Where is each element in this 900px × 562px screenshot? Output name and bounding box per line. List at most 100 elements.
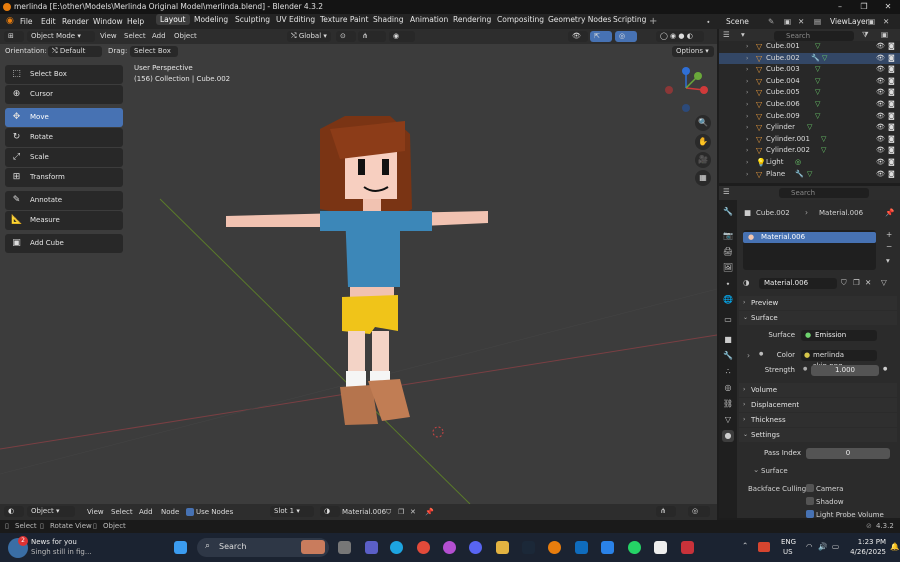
tab-texture-paint[interactable]: Texture Paint — [316, 14, 372, 25]
outlook-icon[interactable] — [575, 541, 588, 554]
subpanel-collapse-icon[interactable]: ⌄ — [753, 465, 759, 474]
material-tab-icon[interactable]: ● — [722, 430, 734, 442]
menu-view[interactable]: View — [100, 29, 117, 44]
blender-menu-icon[interactable]: ◉ — [6, 14, 14, 29]
language-secondary[interactable]: US — [783, 548, 793, 556]
panel-surface[interactable]: ⌄ Surface — [739, 311, 897, 325]
collection-tab-icon[interactable]: ▭ — [722, 314, 734, 326]
delete-scene-icon[interactable]: ✕ — [798, 14, 804, 29]
outliner-item[interactable]: › 💡 Light ◎ 👁 ◙ — [719, 157, 900, 169]
panel-settings[interactable]: ⌄ Settings — [739, 428, 897, 442]
security-app-icon[interactable] — [681, 541, 694, 554]
tab-compositing[interactable]: Compositing — [493, 14, 548, 25]
tab-modeling[interactable]: Modeling — [190, 14, 232, 25]
tab-shading[interactable]: Shading — [369, 14, 407, 25]
minimize-icon[interactable]: – — [828, 0, 852, 14]
editor-type-icon[interactable]: ⊞ — [4, 31, 24, 42]
tray-app-icon[interactable] — [758, 542, 770, 552]
node-unlink-icon[interactable]: ✕ — [410, 504, 416, 520]
panel-displacement[interactable]: › Displacement — [739, 398, 897, 412]
material-browse-icon[interactable]: ◑ — [743, 278, 750, 287]
scene-name[interactable]: Scene — [726, 14, 749, 29]
chrome-icon[interactable] — [417, 541, 430, 554]
panel-thickness[interactable]: › Thickness — [739, 413, 897, 427]
orientation-dropdown[interactable]: ⤭ Default — [48, 46, 102, 57]
language-primary[interactable]: ENG — [781, 538, 796, 546]
ortho-grid-icon[interactable]: ▦ — [695, 170, 711, 186]
overlay-toggle-icon[interactable]: ◎ — [615, 31, 637, 42]
gizmo-toggle-icon[interactable]: ⇱ — [590, 31, 612, 42]
strength-field[interactable]: 1.000 — [811, 365, 879, 376]
view-layer-tab-icon[interactable]: 🖼 — [722, 262, 734, 274]
tool-tab-icon[interactable]: 🔧 — [722, 206, 734, 218]
tray-chevron-icon[interactable]: ⌃ — [742, 541, 748, 550]
outliner-item[interactable]: › ▽ Cube.004 ▽ 👁 ◙ — [719, 76, 900, 88]
material-slot-list[interactable]: ● Material.006 — [743, 230, 876, 270]
tool-measure[interactable]: 📐 Measure — [5, 211, 123, 230]
slot-dropdown[interactable]: Slot 1 ▾ — [270, 506, 314, 517]
close-icon[interactable]: ✕ — [876, 0, 900, 14]
world-tab-icon[interactable]: 🌐 — [722, 294, 734, 306]
output-tab-icon[interactable]: 🖨 — [722, 246, 734, 258]
tab-layout[interactable]: Layout — [156, 14, 190, 25]
battery-icon[interactable]: ▭ — [832, 542, 839, 551]
node-material-browse-icon[interactable]: ◑ — [320, 506, 340, 517]
visibility-icon[interactable]: 👁 — [568, 31, 588, 42]
file-explorer-icon[interactable] — [496, 541, 509, 554]
outliner-item[interactable]: › ▽ Cylinder.001 ▽ 👁 ◙ — [719, 134, 900, 146]
steam-icon[interactable] — [522, 541, 535, 554]
node-snap-icon[interactable]: ⋔ — [656, 506, 676, 517]
pan-hand-icon[interactable]: ✋ — [695, 134, 711, 150]
news-title[interactable]: News for you — [31, 538, 77, 546]
node-overlay-icon[interactable]: ◎ — [688, 506, 710, 517]
render-tab-icon[interactable]: 📷 — [722, 230, 734, 242]
tool-select-box[interactable]: ⬚ Select Box — [5, 65, 123, 84]
menu-select[interactable]: Select — [124, 29, 146, 44]
particles-tab-icon[interactable]: ∴ — [722, 366, 734, 378]
duplicate-material-icon[interactable]: ❐ — [853, 278, 860, 287]
store-icon[interactable] — [601, 541, 614, 554]
task-view-icon[interactable] — [338, 541, 351, 554]
tool-add-cube[interactable]: ▣ Add Cube — [5, 234, 123, 253]
menu-help[interactable]: Help — [127, 14, 144, 29]
camera-checkbox[interactable] — [806, 484, 814, 492]
clock-time[interactable]: 1:23 PM — [848, 538, 886, 546]
volume-icon[interactable]: 🔊 — [818, 542, 827, 551]
windows-start-icon[interactable] — [174, 541, 187, 554]
mode-dropdown[interactable]: Object Mode ▾ — [27, 31, 95, 42]
outliner-item[interactable]: › ▽ Cylinder ▽ 👁 ◙ — [719, 122, 900, 134]
tool-scale[interactable]: ⤢ Scale — [5, 148, 123, 167]
object-tab-icon[interactable]: ■ — [722, 334, 734, 346]
teams-icon[interactable] — [365, 541, 378, 554]
notification-bell-icon[interactable]: 🔔 — [890, 542, 899, 551]
camera-view-icon[interactable]: 🎥 — [695, 152, 711, 168]
capcut-icon[interactable] — [654, 541, 667, 554]
news-subtitle[interactable]: Singh still in fig... — [31, 548, 92, 556]
tab-geometry-nodes[interactable]: Geometry Nodes — [544, 14, 615, 25]
display-mode-icon[interactable]: ▾ — [741, 30, 745, 39]
tab-uv-editing[interactable]: UV Editing — [272, 14, 319, 25]
node-menu-node[interactable]: Node — [161, 504, 179, 520]
wifi-icon[interactable]: ◠ — [806, 542, 813, 551]
panel-preview[interactable]: › Preview — [739, 296, 897, 310]
node-menu-select[interactable]: Select — [111, 504, 133, 520]
physics-tab-icon[interactable]: ◎ — [722, 382, 734, 394]
whatsapp-icon[interactable] — [628, 541, 641, 554]
properties-editor-icon[interactable]: ☰ — [723, 187, 730, 196]
edge-icon[interactable] — [390, 541, 403, 554]
news-widget-icon[interactable]: 2 — [8, 536, 28, 558]
data-tab-icon[interactable]: ▽ — [722, 414, 734, 426]
node-duplicate-icon[interactable]: ❐ — [398, 504, 404, 520]
unlink-material-icon[interactable]: ✕ — [865, 278, 871, 287]
menu-object[interactable]: Object — [174, 29, 197, 44]
zoom-icon[interactable]: 🔍 — [695, 115, 711, 131]
outliner-item-selected[interactable]: › ▽ Cube.002 🔧 ▽ 👁 ◙ — [719, 52, 900, 65]
color-texture-field[interactable]: ●merlinda skin.png... — [801, 350, 877, 370]
outliner-item[interactable]: › ▽ Cube.006 ▽ 👁 ◙ — [719, 99, 900, 111]
add-slot-icon[interactable]: + — [886, 230, 892, 239]
clock-date[interactable]: 4/26/2025 — [848, 548, 886, 556]
snap-icon[interactable]: ⋔ — [358, 31, 386, 42]
tab-scripting[interactable]: Scripting — [609, 14, 650, 25]
add-workspace-icon[interactable]: + — [649, 14, 657, 29]
fake-user-icon[interactable]: ⛉ — [841, 278, 847, 288]
